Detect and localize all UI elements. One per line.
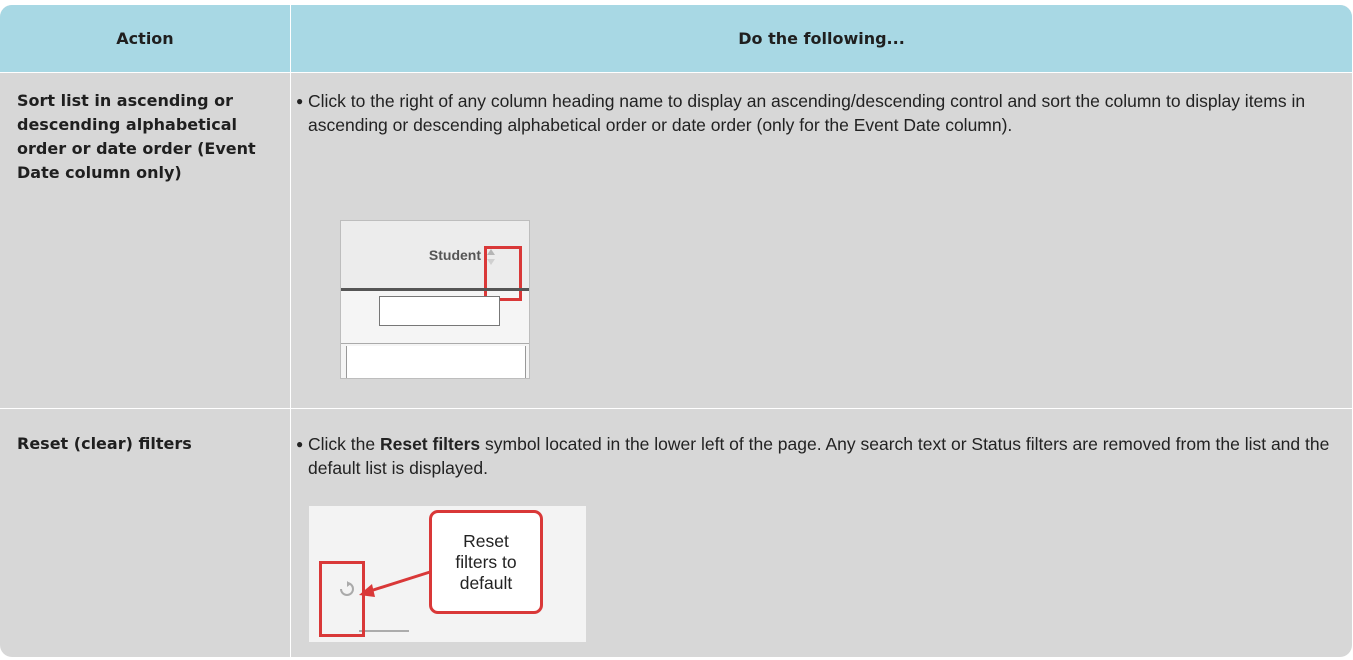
header-do-the-following: Do the following... <box>738 29 905 48</box>
reset-filters-screenshot: Reset filters to default <box>309 506 586 642</box>
header-action: Action <box>116 29 174 48</box>
reset-filters-term: Reset filters <box>379 434 481 454</box>
table-cell <box>346 346 526 378</box>
callout-line: filters to <box>455 551 517 572</box>
instruction-text: Click to the right of any column heading… <box>308 91 1306 135</box>
row-instruction: ● Click the Reset filters symbol located… <box>296 432 1338 480</box>
bullet-icon: ● <box>296 94 304 108</box>
bullet-icon: ● <box>296 437 304 451</box>
row-separator <box>0 408 1352 409</box>
row-instruction: ● Click to the right of any column headi… <box>296 89 1338 137</box>
divider <box>341 343 529 344</box>
filter-input <box>379 296 500 326</box>
instruction-text-start: Click the <box>308 434 380 454</box>
table-header: Action Do the following... <box>0 5 1352 73</box>
sort-control-screenshot: Student <box>340 220 530 379</box>
instructions-table: Action Do the following... Sort list in … <box>0 5 1352 657</box>
row-action-label: Reset (clear) filters <box>17 434 192 453</box>
column-heading-label: Student <box>428 247 481 263</box>
row-action-label: Sort list in ascending or descending alp… <box>17 91 256 182</box>
callout-line: Reset <box>463 530 509 551</box>
callout-box: Reset filters to default <box>429 510 543 614</box>
highlight-box <box>484 246 522 301</box>
callout-line: default <box>459 572 513 593</box>
column-divider <box>290 5 291 657</box>
divider <box>341 288 529 291</box>
highlight-box <box>319 561 365 637</box>
